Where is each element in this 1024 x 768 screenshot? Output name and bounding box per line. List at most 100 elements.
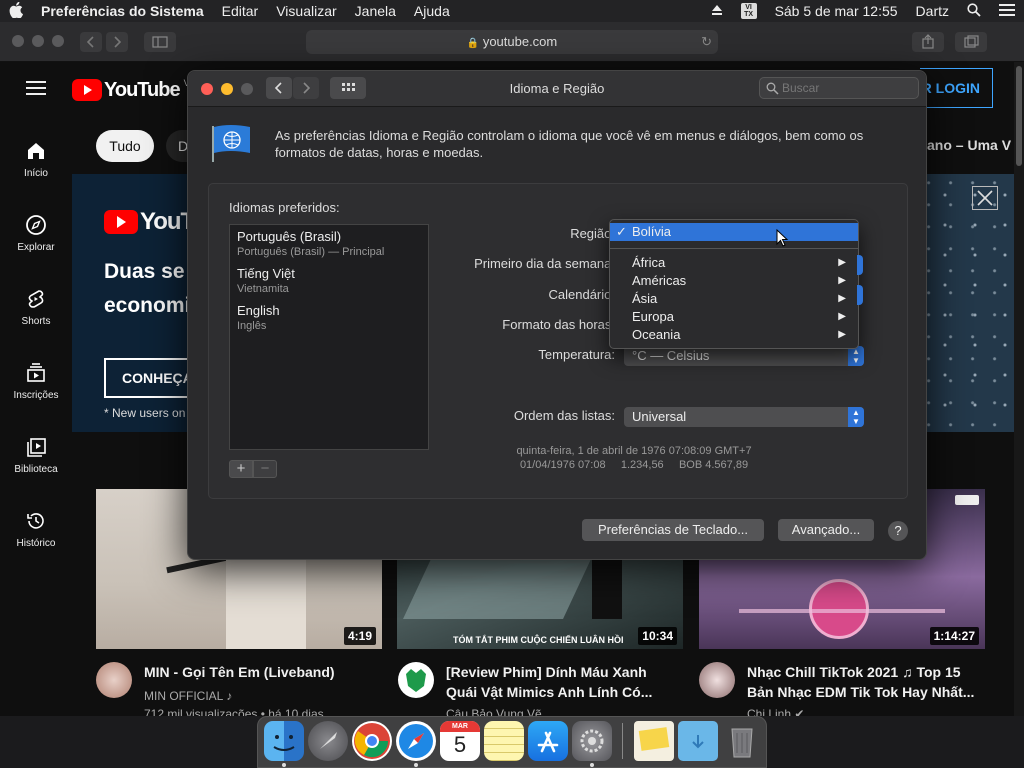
- list-item[interactable]: Português (Brasil) Português (Brasil) — …: [237, 229, 384, 258]
- remove-language-button[interactable]: −: [253, 460, 277, 478]
- window-titlebar: Idioma e Região Buscar: [188, 71, 926, 107]
- video-title-line-2[interactable]: Bản Nhạc EDM Tik Tok Hay Nhất...: [747, 682, 997, 702]
- chip-all[interactable]: Tudo: [96, 130, 154, 162]
- calendar-label: Calendário:: [548, 287, 616, 302]
- eject-icon[interactable]: [702, 3, 732, 19]
- channel-name[interactable]: MIN OFFICIAL ♪: [144, 689, 232, 703]
- input-source-icon[interactable]: VI TX: [732, 3, 766, 19]
- creature-shape: [403, 559, 591, 619]
- video-title-line-2[interactable]: Quái Vật Mimics Anh Lính Có...: [446, 682, 686, 702]
- home-icon: [28, 143, 44, 159]
- trash-icon[interactable]: [722, 721, 762, 761]
- control-center-icon[interactable]: [990, 3, 1024, 20]
- reload-icon[interactable]: ↻: [701, 30, 712, 54]
- region-menu-item-asia[interactable]: Ásia ▶: [610, 290, 858, 308]
- waveform-shape: [739, 609, 945, 613]
- region-menu-label: Bolívia: [632, 224, 672, 239]
- list-item[interactable]: Tiếng Việt Vietnamita: [237, 266, 295, 295]
- soldier-shape: [592, 554, 622, 619]
- apple-icon[interactable]: [0, 1, 32, 21]
- dock: MAR 5: [257, 716, 767, 768]
- safari-forward-button[interactable]: [106, 32, 128, 52]
- chrome-icon[interactable]: [352, 721, 392, 761]
- notes-icon[interactable]: [484, 721, 524, 761]
- menu-janela[interactable]: Janela: [346, 3, 405, 19]
- keyboard-preferences-button[interactable]: Preferências de Teclado...: [582, 519, 764, 541]
- region-menu-item-europa[interactable]: Europa ▶: [610, 308, 858, 326]
- share-icon[interactable]: [912, 32, 944, 52]
- advanced-button[interactable]: Avançado...: [778, 519, 874, 541]
- region-menu-item-selected[interactable]: ✓ Bolívia: [610, 223, 858, 241]
- app-store-icon[interactable]: [528, 721, 568, 761]
- calendar-icon[interactable]: MAR 5: [440, 721, 480, 761]
- downloads-stack-icon[interactable]: [634, 721, 674, 761]
- temperature-label: Temperatura:: [538, 347, 615, 362]
- sidebar-item-biblioteca[interactable]: Biblioteca: [0, 436, 72, 475]
- sidebar-label: Shorts: [21, 316, 51, 327]
- region-menu-item-americas[interactable]: Américas ▶: [610, 272, 858, 290]
- list-item[interactable]: English Inglês: [237, 303, 280, 332]
- video-title[interactable]: MIN - Gọi Tên Em (Liveband): [144, 662, 384, 682]
- folder-icon[interactable]: [678, 721, 718, 761]
- sidebar-label: Biblioteca: [14, 464, 58, 475]
- zoom-window-button[interactable]: [52, 35, 64, 47]
- spotlight-search-icon[interactable]: [958, 2, 990, 20]
- region-menu-label: Europa: [632, 309, 674, 324]
- address-bar[interactable]: 🔒 youtube.com ↻: [306, 30, 718, 54]
- youtube-logo[interactable]: YouTube VN: [72, 78, 196, 102]
- mouse-cursor-icon: [776, 229, 789, 247]
- banner-close-icon[interactable]: [972, 186, 998, 210]
- tabs-overview-icon[interactable]: [955, 32, 987, 52]
- video-title-line-1[interactable]: Nhạc Chill TikTok 2021 ♫ Top 15: [747, 662, 997, 682]
- submenu-arrow-icon: ▶: [838, 293, 846, 304]
- list-order-popup[interactable]: Universal ▲ ▼: [624, 407, 864, 427]
- temperature-popup[interactable]: °C — Celsius ▲ ▼: [624, 346, 864, 366]
- search-field[interactable]: Buscar: [759, 77, 919, 99]
- channel-name[interactable]: Cậu Bảo Vung Vẽ: [446, 707, 542, 716]
- lock-icon: 🔒: [466, 38, 480, 49]
- sidebar-toggle-icon[interactable]: [144, 32, 176, 52]
- menu-editar[interactable]: Editar: [213, 3, 268, 19]
- youtube-play-icon: [104, 210, 138, 234]
- sidebar-item-inicio[interactable]: Início: [0, 140, 72, 179]
- submenu-arrow-icon: ▶: [838, 275, 846, 286]
- add-language-button[interactable]: +: [229, 460, 253, 478]
- region-menu-item-africa[interactable]: África ▶: [610, 254, 858, 272]
- menu-visualizar[interactable]: Visualizar: [267, 3, 345, 19]
- language-name: Português (Brasil): [237, 229, 342, 244]
- menu-ajuda[interactable]: Ajuda: [405, 3, 459, 19]
- library-icon: [27, 438, 46, 457]
- sidebar-item-shorts[interactable]: Shorts: [0, 288, 72, 327]
- info-text-line-2: formatos de datas, horas e moedas.: [275, 145, 484, 160]
- preferred-languages-list[interactable]: Português (Brasil) Português (Brasil) — …: [229, 224, 429, 450]
- thumbnail-caption: TÓM TẮT PHIM CUỘC CHIẾN LUÂN HỒI: [453, 635, 624, 645]
- sidebar-item-inscricoes[interactable]: Inscrições: [0, 362, 72, 401]
- banner-cta-button[interactable]: CONHEÇA: [104, 358, 188, 398]
- popup-arrows-icon: ▲ ▼: [848, 346, 864, 366]
- launchpad-icon[interactable]: [308, 721, 348, 761]
- channel-avatar[interactable]: [699, 662, 735, 698]
- minimize-window-button[interactable]: [32, 35, 44, 47]
- video-duration: 4:19: [343, 627, 376, 645]
- channel-avatar[interactable]: [398, 662, 434, 698]
- system-preferences-icon[interactable]: [572, 721, 612, 761]
- channel-watermark-shape: [955, 495, 979, 505]
- checkmark-icon: ✓: [616, 224, 627, 239]
- submenu-arrow-icon: ▶: [838, 257, 846, 268]
- help-button[interactable]: ?: [888, 521, 908, 541]
- clock[interactable]: Sáb 5 de mar 12:55: [766, 3, 907, 19]
- video-title-line-1[interactable]: [Review Phim] Dính Máu Xanh: [446, 662, 686, 682]
- safari-back-button[interactable]: [80, 32, 102, 52]
- finder-icon[interactable]: [264, 721, 304, 761]
- app-menu[interactable]: Preferências do Sistema: [32, 3, 213, 19]
- channel-name[interactable]: Chi Linh ✔: [747, 707, 804, 716]
- close-window-button[interactable]: [12, 35, 24, 47]
- sidebar-item-explorar[interactable]: Explorar: [0, 214, 72, 253]
- page-scrollbar[interactable]: [1014, 62, 1024, 716]
- channel-avatar[interactable]: [96, 662, 132, 698]
- safari-icon[interactable]: [396, 721, 436, 761]
- sidebar-item-historico[interactable]: Histórico: [0, 510, 72, 549]
- user-name[interactable]: Dartz: [907, 3, 958, 19]
- login-button[interactable]: R LOGIN: [920, 68, 993, 108]
- region-menu-item-oceania[interactable]: Oceania ▶: [610, 326, 858, 344]
